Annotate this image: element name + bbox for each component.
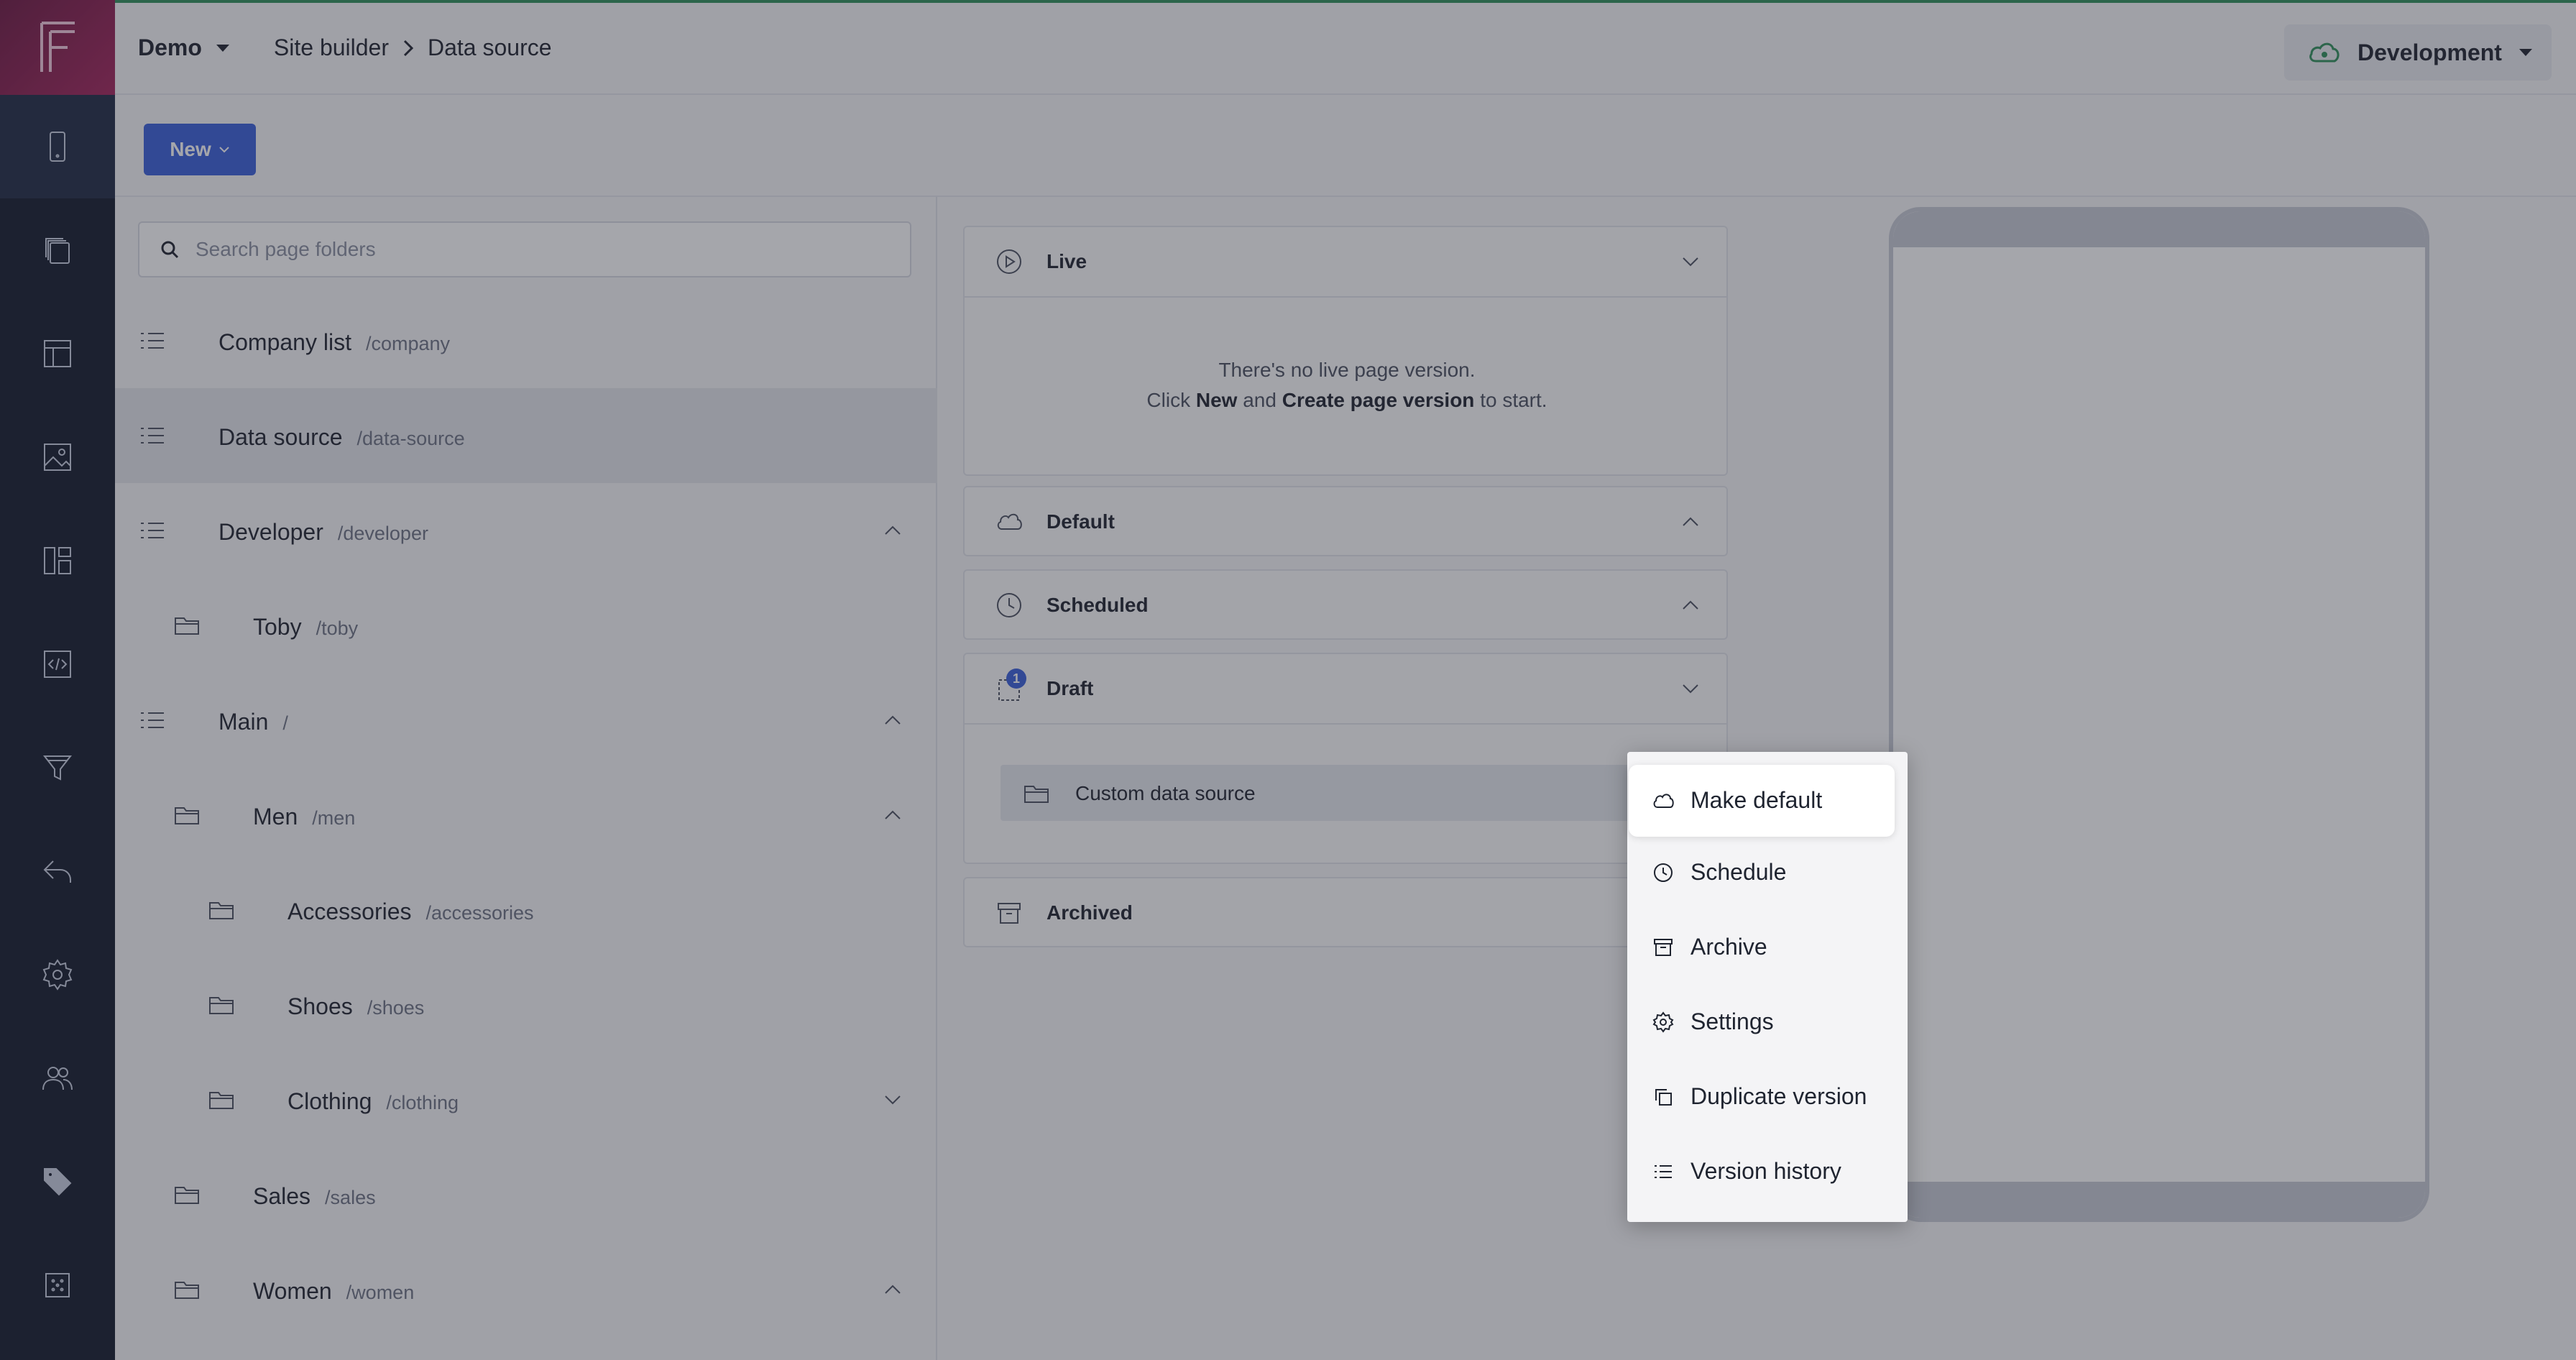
menu-make-default-label: Make default [1690,787,1823,813]
menu-archive-label: Archive [1690,934,1767,960]
cloud-icon [1653,794,1674,808]
list-icon [1655,1165,1672,1178]
gear-icon [1652,1011,1674,1033]
modal-backdrop[interactable] [0,0,2576,1360]
clock-icon [1654,863,1673,882]
menu-duplicate-label: Duplicate version [1690,1083,1867,1109]
menu-duplicate-version[interactable]: Duplicate version [1629,1061,1896,1133]
menu-schedule-label: Schedule [1690,859,1787,885]
menu-schedule[interactable]: Schedule [1629,837,1896,909]
menu-version-history-label: Version history [1690,1158,1841,1184]
version-context-menu: Make default Schedule Archive Settings D… [1627,752,1908,1222]
menu-archive[interactable]: Archive [1629,911,1896,983]
menu-make-default[interactable]: Make default [1629,765,1895,837]
archive-icon [1654,939,1673,956]
menu-version-history[interactable]: Version history [1629,1136,1896,1208]
menu-settings-label: Settings [1690,1008,1774,1034]
duplicate-icon [1655,1089,1672,1106]
menu-settings[interactable]: Settings [1629,986,1896,1058]
